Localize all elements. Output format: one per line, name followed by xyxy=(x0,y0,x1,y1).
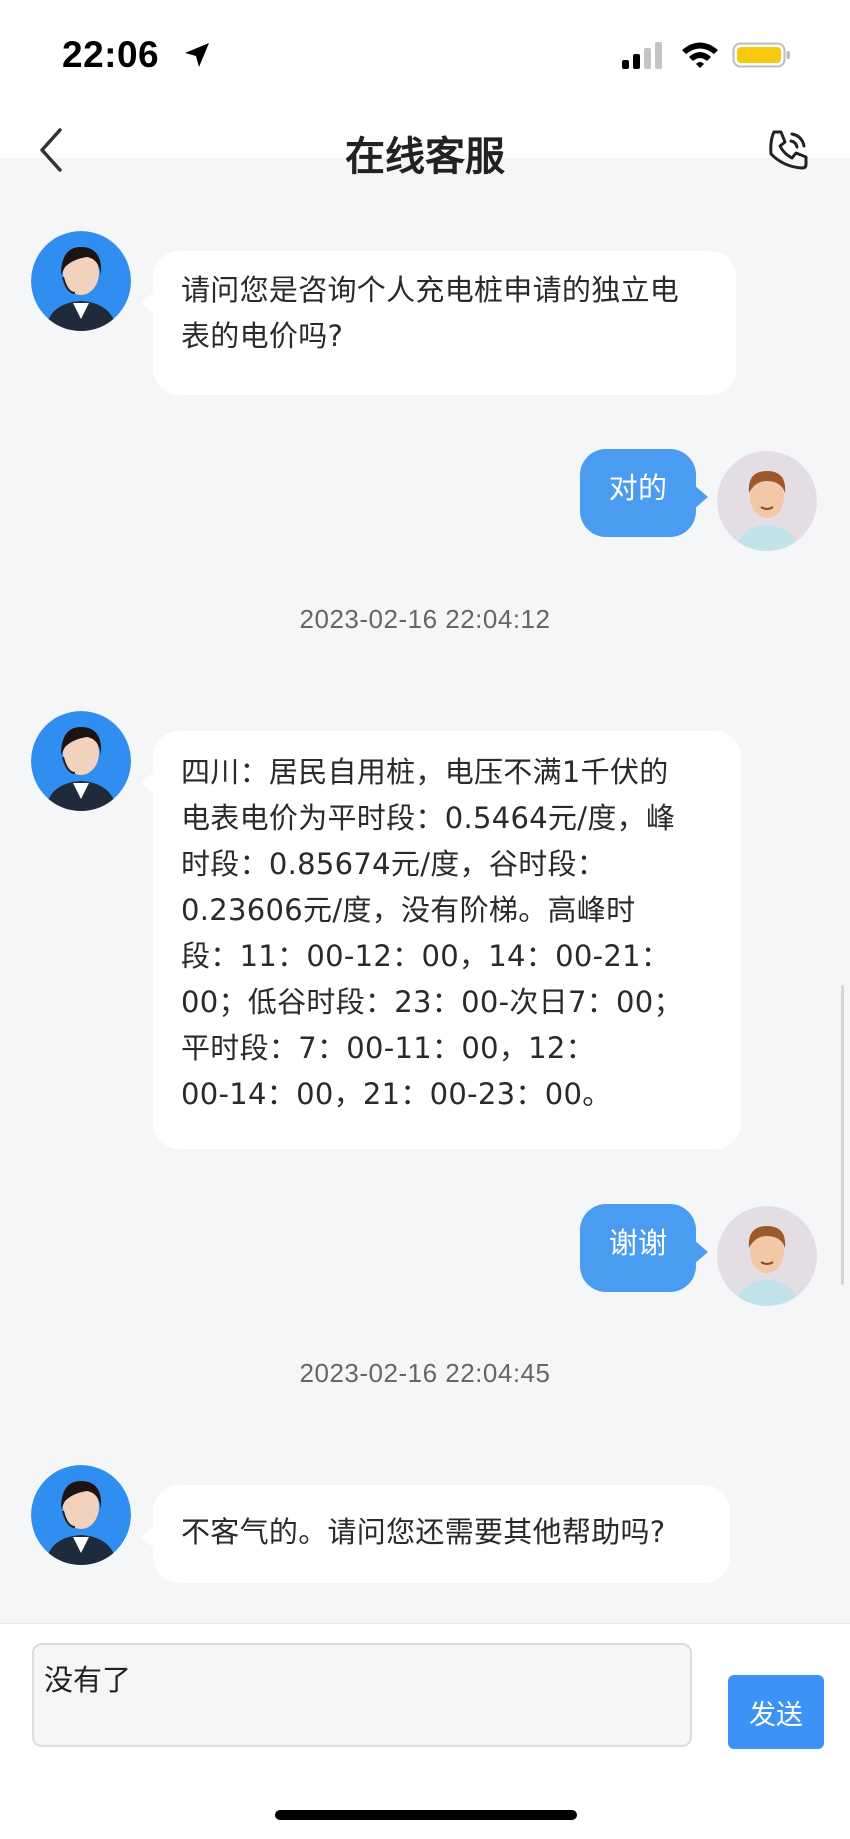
message-line: 电表电价为平时段：0.5464元/度，峰 xyxy=(181,801,676,835)
message-line: 段：11：00-12：00，14：00-21： xyxy=(181,939,671,973)
message-line: 请问您是咨询个人充电桩申请的独立电 xyxy=(181,273,680,307)
wifi-icon xyxy=(682,42,718,68)
message-line: 表的电价吗? xyxy=(181,319,344,353)
battery-icon xyxy=(732,42,790,68)
message-timestamp: 2023-02-16 22:04:12 xyxy=(299,604,551,634)
user-message: 谢谢 xyxy=(580,1204,708,1292)
agent-avatar xyxy=(31,711,131,811)
message-text: 对的 xyxy=(608,471,668,505)
agent-message: 不客气的。请问您还需要其他帮助吗? xyxy=(141,1485,730,1583)
scrollbar[interactable] xyxy=(841,985,844,1285)
message-line: 时段：0.85674元/度，谷时段： xyxy=(181,847,607,881)
user-message: 对的 xyxy=(580,449,708,537)
message-line: 00；低谷时段：23：00-次日7：00； xyxy=(181,985,683,1019)
agent-avatar xyxy=(31,1465,131,1565)
message-text: 谢谢 xyxy=(608,1226,668,1260)
agent-avatar xyxy=(31,231,131,331)
phone-call-icon[interactable] xyxy=(764,126,812,174)
header: 22:06 在线客服 xyxy=(0,0,850,180)
message-line: 四川：居民自用桩，电压不满1千伏的 xyxy=(181,755,669,789)
message-input[interactable]: 没有了 xyxy=(32,1643,692,1747)
home-indicator xyxy=(275,1810,577,1820)
message-line: 平时段：7：00-11：00，12： xyxy=(181,1031,595,1065)
status-time: 22:06 xyxy=(62,34,160,75)
chat-screen: 22:06 在线客服 请问您是咨询个人充电桩申请的独立电 表的电价吗? 对的 2… xyxy=(0,0,850,1839)
agent-message: 请问您是咨询个人充电桩申请的独立电 表的电价吗? xyxy=(141,251,736,395)
user-avatar xyxy=(717,1206,817,1306)
location-arrow-icon xyxy=(185,43,209,67)
message-line: 不客气的。请问您还需要其他帮助吗? xyxy=(181,1515,666,1549)
message-timestamp: 2023-02-16 22:04:45 xyxy=(299,1358,551,1388)
message-line: 0.23606元/度，没有阶梯。高峰时 xyxy=(181,893,636,927)
message-line: 00-14：00，21：00-23：00。 xyxy=(181,1077,612,1111)
agent-message: 四川：居民自用桩，电压不满1千伏的 电表电价为平时段：0.5464元/度，峰 时… xyxy=(141,731,741,1149)
send-button[interactable]: 发送 xyxy=(728,1675,824,1749)
user-avatar xyxy=(717,451,817,551)
page-title: 在线客服 xyxy=(345,134,505,180)
cellular-signal-icon xyxy=(622,42,662,69)
